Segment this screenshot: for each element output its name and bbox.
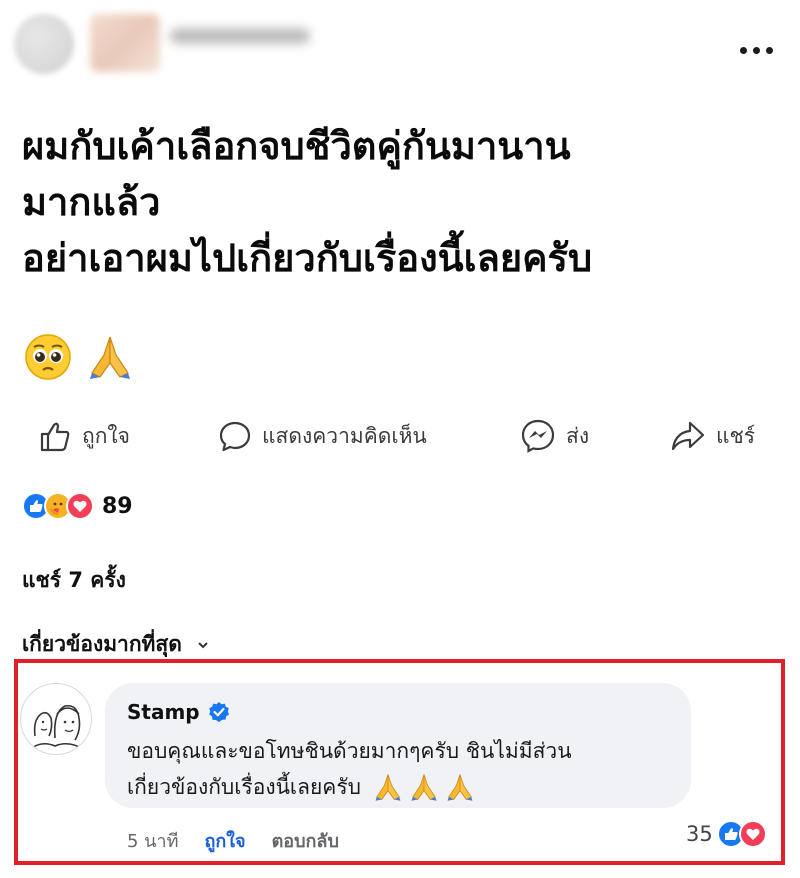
comment-reaction-summary[interactable]: 35	[686, 820, 767, 848]
like-label: ถูกใจ	[82, 423, 130, 448]
comment-bubble-icon	[219, 421, 251, 452]
post-line: มากแล้ว	[22, 180, 161, 224]
folded-hands-icon	[447, 774, 473, 801]
comment-button[interactable]: แสดงความคิดเห็น	[218, 408, 427, 464]
comment-label: แสดงความคิดเห็น	[262, 423, 427, 448]
comment-text: ขอบคุณและขอโทษชินด้วยมากๆครับ ชินไม่มีส่…	[127, 733, 687, 805]
love-reaction-icon	[66, 492, 94, 520]
comment-reply-button[interactable]: ตอบกลับ	[272, 826, 339, 855]
author-avatar-blurred[interactable]	[14, 14, 74, 74]
comment-line: เกี่ยวข้องกับเรื่องนี้เลยครับ	[127, 769, 687, 805]
post-body: ผมกับเค้าเลือกจบชีวิตคู่กันมานาน มากแล้ว…	[22, 118, 782, 286]
pleading-face-icon	[25, 334, 71, 380]
commenter-avatar[interactable]	[20, 683, 92, 755]
post-header	[0, 0, 800, 100]
post-action-bar: ถูกใจ แสดงความคิดเห็น ส่ง แชร์	[0, 408, 800, 464]
comment-sort-dropdown[interactable]: เกี่ยวข้องมากที่สุด	[22, 628, 210, 661]
folded-hands-icon	[90, 336, 130, 379]
like-button[interactable]: ถูกใจ	[38, 408, 130, 464]
folded-hands-icon	[411, 774, 437, 801]
commenter-name-row: Stamp	[127, 700, 230, 724]
reaction-summary[interactable]: 89	[22, 490, 133, 522]
send-button[interactable]: ส่ง	[520, 408, 589, 464]
folded-hands-icon	[375, 774, 401, 801]
share-count[interactable]: แชร์ 7 ครั้ง	[22, 564, 126, 597]
post-line: ผมกับเค้าเลือกจบชีวิตคู่กันมานาน	[22, 124, 571, 168]
comment-meta: 5 นาที ถูกใจ ตอบกลับ	[127, 826, 339, 855]
love-reaction-icon	[738, 820, 767, 848]
send-label: ส่ง	[566, 423, 590, 448]
chevron-down-icon	[198, 641, 208, 648]
messenger-icon	[521, 419, 555, 453]
post-emojis	[24, 333, 134, 381]
thumbs-up-icon	[40, 422, 70, 452]
comment-reaction-count: 35	[686, 822, 713, 846]
comment-like-button[interactable]: ถูกใจ	[204, 826, 245, 855]
more-options-button[interactable]	[738, 42, 774, 58]
share-label: แชร์	[716, 423, 756, 448]
sort-label: เกี่ยวข้องมากที่สุด	[22, 632, 182, 656]
share-button[interactable]: แชร์	[670, 408, 755, 464]
author-photo-blurred	[90, 14, 160, 72]
post-line: อย่าเอาผมไปเกี่ยวกับเรื่องนี้เลยครับ	[22, 236, 593, 280]
dot-icon	[752, 46, 760, 54]
reaction-count: 89	[102, 493, 133, 519]
share-arrow-icon	[671, 421, 705, 451]
sketch-avatar-icon	[28, 704, 86, 751]
commenter-name[interactable]: Stamp	[127, 700, 200, 724]
dot-icon	[765, 46, 773, 54]
dot-icon	[739, 46, 747, 54]
verified-badge-icon	[208, 702, 229, 722]
comment-line: ขอบคุณและขอโทษชินด้วยมากๆครับ ชินไม่มีส่…	[127, 739, 572, 763]
comment-time[interactable]: 5 นาที	[127, 826, 178, 855]
comment-line-text: เกี่ยวข้องกับเรื่องนี้เลยครับ	[127, 775, 361, 799]
author-name-blurred[interactable]	[170, 28, 310, 44]
